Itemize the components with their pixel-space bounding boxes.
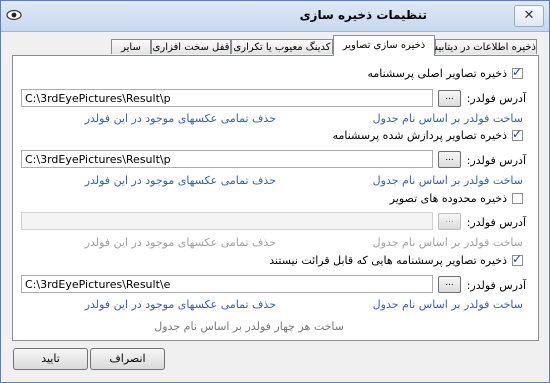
browse-button[interactable]: ... xyxy=(438,151,461,168)
folder-path-input[interactable]: C:\3rdEyePictures\Result\p xyxy=(21,150,433,168)
image-regions-checkbox[interactable] xyxy=(512,192,523,204)
delete-images-link[interactable]: حذف تمامی عکسهای موجود در این فولدر xyxy=(85,236,276,249)
checkmark-icon: ✓ xyxy=(512,126,523,141)
cancel-button[interactable]: انصراف xyxy=(90,348,165,370)
folder-address-label: آدرس فولدر: xyxy=(466,92,526,105)
original-images-checkbox[interactable]: ✓ xyxy=(512,64,523,79)
build-all-folders-note: ساخت هر چهار فولدر بر اساس نام جدول xyxy=(154,320,344,333)
processed-images-checkbox-row[interactable]: ✓ ذخیره تصاویر پردازش شده پرسشنامه xyxy=(333,128,523,142)
tab-image-storage[interactable]: ذخیره سازی تصاویر xyxy=(333,35,435,56)
image-regions-checkbox-row[interactable]: ذخیره محدوده های تصویر xyxy=(390,191,523,205)
delete-images-link[interactable]: حذف تمامی عکسهای موجود در این فولدر xyxy=(85,298,276,311)
folder-path-input[interactable] xyxy=(21,212,433,230)
build-folder-link[interactable]: ساخت فولدر بر اساس نام جدول xyxy=(373,298,523,311)
eye-icon[interactable] xyxy=(6,9,22,21)
delete-images-link[interactable]: حذف تمامی عکسهای موجود در این فولدر xyxy=(85,174,276,187)
folder-address-label: آدرس فولدر: xyxy=(466,154,526,167)
folder-address-label: آدرس فولدر: xyxy=(466,216,526,229)
window-title: تنظیمات ذخیره سازی xyxy=(299,8,427,22)
original-images-label: ذخیره تصاویر اصلی پرسشنامه xyxy=(367,66,507,80)
build-folder-link[interactable]: ساخت فولدر بر اساس نام جدول xyxy=(373,112,523,125)
settings-window: تنظیمات ذخیره سازی ✕ ذخیره اطلاعات در دی… xyxy=(0,0,550,383)
delete-images-link[interactable]: حذف تمامی عکسهای موجود در این فولدر xyxy=(85,112,276,125)
checkmark-icon: ✓ xyxy=(512,64,523,79)
unreadable-images-checkbox-row[interactable]: ✓ ذخیره تصاویر پرسشنامه هایی که قابل قرا… xyxy=(269,253,523,267)
tab-database[interactable]: ذخیره اطلاعات در دیتابیس xyxy=(426,39,537,54)
title-bar: تنظیمات ذخیره سازی ✕ xyxy=(1,1,549,32)
folder-address-label: آدرس فولدر: xyxy=(466,279,526,292)
browse-button[interactable]: ... xyxy=(438,90,461,107)
tab-defective-coding[interactable]: کدینگ معیوب یا تکراری xyxy=(231,39,333,54)
unreadable-images-label: ذخیره تصاویر پرسشنامه هایی که قابل قرائت… xyxy=(269,253,507,267)
ok-button[interactable]: تایید xyxy=(13,348,88,370)
tab-hardware-lock[interactable]: قفل سخت افزاری xyxy=(151,39,231,54)
tab-other[interactable]: سایر xyxy=(111,39,151,54)
checkmark-icon: ✓ xyxy=(512,251,523,266)
browse-button[interactable]: ... xyxy=(438,276,461,293)
folder-path-input[interactable]: C:\3rdEyePictures\Result\e xyxy=(21,275,433,293)
tab-strip: ذخیره اطلاعات در دیتابیس ذخیره سازی تصاو… xyxy=(109,35,537,56)
image-storage-panel: ✓ ذخیره تصاویر اصلی پرسشنامه آدرس فولدر:… xyxy=(12,55,539,341)
browse-button[interactable]: ... xyxy=(438,213,461,230)
processed-images-label: ذخیره تصاویر پردازش شده پرسشنامه xyxy=(332,128,507,142)
close-icon[interactable]: ✕ xyxy=(514,5,544,27)
build-folder-link[interactable]: ساخت فولدر بر اساس نام جدول xyxy=(373,236,523,249)
image-regions-label: ذخیره محدوده های تصویر xyxy=(389,191,507,205)
original-images-checkbox-row[interactable]: ✓ ذخیره تصاویر اصلی پرسشنامه xyxy=(367,66,523,80)
processed-images-checkbox[interactable]: ✓ xyxy=(512,126,523,141)
unreadable-images-checkbox[interactable]: ✓ xyxy=(512,251,523,266)
folder-path-input[interactable]: C:\3rdEyePictures\Result\p xyxy=(21,89,433,107)
build-folder-link[interactable]: ساخت فولدر بر اساس نام جدول xyxy=(373,174,523,187)
